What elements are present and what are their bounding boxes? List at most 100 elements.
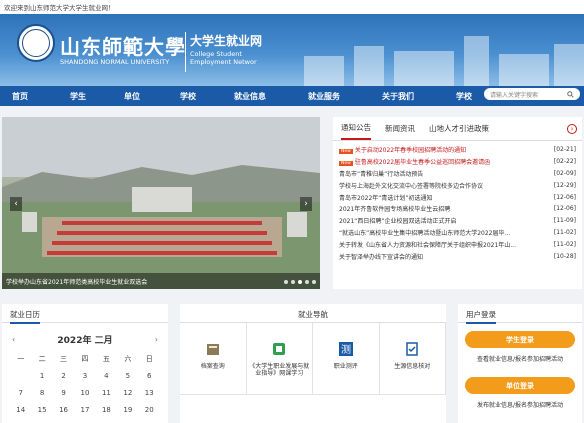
news-item[interactable]: New 关于启动2022年春季校园招聘活动的通知 [02-21] bbox=[339, 144, 576, 156]
guide-item-source-check[interactable]: 生源信息核对 bbox=[379, 323, 446, 395]
student-login-button[interactable]: 学生登录 bbox=[465, 331, 575, 348]
nav-item-employment-service[interactable]: 就业服务 bbox=[308, 91, 382, 102]
calendar-day[interactable]: 2 bbox=[53, 367, 74, 384]
nav-item-about[interactable]: 关于我们 bbox=[382, 91, 456, 102]
carousel-dot[interactable] bbox=[305, 280, 309, 284]
test-icon: 测 bbox=[338, 342, 353, 356]
news-item[interactable]: 2021年齐鲁软件园专场高校毕业生云招聘 [12-06] bbox=[339, 203, 576, 215]
nav-item-school-2[interactable]: 学校 bbox=[456, 91, 486, 102]
next-month-button[interactable]: › bbox=[155, 335, 158, 344]
calendar-day bbox=[10, 367, 31, 384]
tab-news[interactable]: 新闻资讯 bbox=[385, 118, 415, 139]
search-input[interactable]: 请输入关键字搜索 bbox=[484, 88, 580, 100]
nav-item-company[interactable]: 单位 bbox=[124, 91, 180, 102]
more-arrow-icon[interactable]: › bbox=[567, 124, 577, 134]
calendar-day[interactable]: 10 bbox=[74, 384, 95, 401]
company-login-desc: 发布就业信息/报名参加招聘活动 bbox=[476, 402, 564, 409]
calendar-day[interactable]: 6 bbox=[139, 367, 160, 384]
company-login-button[interactable]: 单位登录 bbox=[465, 377, 575, 394]
news-title[interactable]: 2021“西日招聘”企业校园双选活动正式开启 bbox=[339, 216, 539, 225]
photo-carousel[interactable]: ‹ › 学校举办山东省2021年师范类高校毕业生就业双选会 bbox=[2, 117, 320, 289]
new-badge-icon: New bbox=[339, 161, 353, 167]
nav-item-employment-info[interactable]: 就业信息 bbox=[234, 91, 308, 102]
prev-month-button[interactable]: ‹ bbox=[12, 335, 15, 344]
news-item[interactable]: 青岛市“青稚归巢”行动活动预告 [02-09] bbox=[339, 168, 576, 180]
archive-icon bbox=[206, 344, 219, 355]
university-name-cn: 山东師範大學 bbox=[60, 35, 186, 59]
news-panel: 通知公告 新闻资讯 山地人才引进政策 › New 关于启动2022年春季校园招聘活… bbox=[333, 117, 582, 289]
news-item[interactable]: “就选山东”高校毕业生集中招聘活动暨山东师范大学2022届毕... [11-02] bbox=[339, 227, 576, 239]
calendar-day[interactable]: 18 bbox=[96, 401, 117, 418]
carousel-dot[interactable] bbox=[291, 280, 295, 284]
news-title-text: 关于转发《山东省人力资源和社会保障厅关于组织申报2021年山... bbox=[339, 241, 516, 249]
news-item[interactable]: 2021“西日招聘”企业校园双选活动正式开启 [11-09] bbox=[339, 215, 576, 227]
news-item[interactable]: 青岛市2022年“青选计划”初选通知 [12-06] bbox=[339, 191, 576, 203]
calendar-day[interactable]: 11 bbox=[96, 384, 117, 401]
news-title-text: 青岛市“青稚归巢”行动活动预告 bbox=[339, 170, 424, 178]
news-date: [12-06] bbox=[553, 193, 576, 201]
carousel-dot[interactable] bbox=[284, 280, 288, 284]
tab-notices[interactable]: 通知公告 bbox=[341, 117, 371, 140]
tab-talent-policy[interactable]: 山地人才引进政策 bbox=[429, 118, 489, 139]
guide-header: 就业导航 bbox=[180, 304, 446, 323]
calendar-day[interactable]: 7 bbox=[10, 384, 31, 401]
news-item[interactable]: New 驻鲁高校2022届毕业生春季公益巡回招聘会邀请函 [02-22] bbox=[339, 156, 576, 168]
calendar-day[interactable]: 5 bbox=[117, 367, 138, 384]
calendar-day[interactable]: 20 bbox=[139, 401, 160, 418]
guide-item-label: 生源信息核对 bbox=[394, 363, 431, 370]
nav-item-school[interactable]: 学校 bbox=[180, 91, 234, 102]
news-title[interactable]: 青岛市2022年“青选计划”初选通知 bbox=[339, 193, 539, 202]
calendar-day[interactable]: 12 bbox=[117, 384, 138, 401]
carousel-dot[interactable] bbox=[312, 280, 316, 284]
nav-item-home[interactable]: 首页 bbox=[12, 91, 70, 102]
calendar-day[interactable]: 3 bbox=[74, 367, 95, 384]
site-name-cn: 大学生就业网 bbox=[190, 34, 263, 48]
weekday-label: 三 bbox=[60, 354, 68, 363]
university-seal-logo[interactable] bbox=[17, 24, 55, 62]
calendar-grid: 一二三四五六日 1 2 3 4 5 6 7 8 9 10 11 12 13 14 15 16 17 18 19 20 bbox=[10, 350, 160, 418]
news-item[interactable]: 关于转发《山东省人力资源和社会保障厅关于组织申报2021年山... [11-02] bbox=[339, 238, 576, 250]
news-title[interactable]: “就选山东”高校毕业生集中招聘活动暨山东师范大学2022届毕... bbox=[339, 228, 539, 237]
guide-item-label: 职业测评 bbox=[333, 363, 358, 370]
carousel-next-button[interactable]: › bbox=[300, 197, 312, 211]
news-date: [02-22] bbox=[553, 158, 576, 166]
carousel-dot[interactable] bbox=[298, 280, 302, 284]
news-title[interactable]: 青岛市“青稚归巢”行动活动预告 bbox=[339, 169, 539, 178]
calendar-day[interactable]: 13 bbox=[139, 384, 160, 401]
news-title-text: 2021“西日招聘”企业校园双选活动正式开启 bbox=[339, 218, 457, 226]
new-badge-icon: New bbox=[339, 149, 353, 155]
calendar-day[interactable]: 14 bbox=[10, 401, 31, 418]
svg-text:测: 测 bbox=[341, 343, 351, 356]
weekday-label: 四 bbox=[81, 354, 89, 363]
search-icon[interactable] bbox=[567, 90, 574, 98]
user-login-header: 用户登录 bbox=[458, 304, 582, 324]
user-login-title: 用户登录 bbox=[466, 310, 496, 324]
calendar-day[interactable]: 8 bbox=[31, 384, 52, 401]
weekday-label: 六 bbox=[124, 354, 132, 363]
search-placeholder: 请输入关键字搜索 bbox=[490, 91, 539, 99]
news-title[interactable]: 学校与上海赴外文化交流中心签署等院校多边合作协议 bbox=[339, 181, 539, 190]
news-item[interactable]: 学校与上海赴外文化交流中心签署等院校多边合作协议 [12-29] bbox=[339, 179, 576, 191]
calendar-day[interactable]: 17 bbox=[74, 401, 95, 418]
news-title[interactable]: 关于转发《山东省人力资源和社会保障厅关于组织申报2021年山... bbox=[339, 240, 539, 249]
guide-item-archive[interactable]: 档案查询 bbox=[180, 323, 247, 395]
news-title[interactable]: 2021年齐鲁软件园专场高校毕业生云招聘 bbox=[339, 204, 539, 213]
calendar-day[interactable]: 16 bbox=[53, 401, 74, 418]
calendar-day[interactable]: 4 bbox=[96, 367, 117, 384]
news-item[interactable]: 关于智泽举办线下宣讲会的通知 [10-28] bbox=[339, 250, 576, 262]
nav-item-student[interactable]: 学生 bbox=[70, 91, 124, 102]
news-title[interactable]: 关于智泽举办线下宣讲会的通知 bbox=[339, 252, 539, 261]
news-title[interactable]: New 关于启动2022年春季校园招聘活动的通知 bbox=[339, 145, 539, 155]
calendar-day[interactable]: 15 bbox=[31, 401, 52, 418]
welcome-text: 欢迎来到山东师范大学大学生就业网！ bbox=[4, 4, 115, 12]
guide-item-assessment[interactable]: 测 职业测评 bbox=[313, 323, 380, 395]
news-title[interactable]: New 驻鲁高校2022届毕业生春季公益巡回招聘会邀请函 bbox=[339, 157, 539, 167]
student-login-desc: 查看就业信息/报名参加招聘活动 bbox=[476, 356, 564, 363]
calendar-day[interactable]: 19 bbox=[117, 401, 138, 418]
news-date: [11-09] bbox=[553, 217, 576, 225]
carousel-prev-button[interactable]: ‹ bbox=[10, 197, 22, 211]
calendar-day[interactable]: 9 bbox=[53, 384, 74, 401]
guide-item-course[interactable]: 《大学生职业发展与就业指导》网课学习 bbox=[246, 323, 313, 395]
news-date: [10-28] bbox=[553, 252, 576, 260]
calendar-day[interactable]: 1 bbox=[31, 367, 52, 384]
